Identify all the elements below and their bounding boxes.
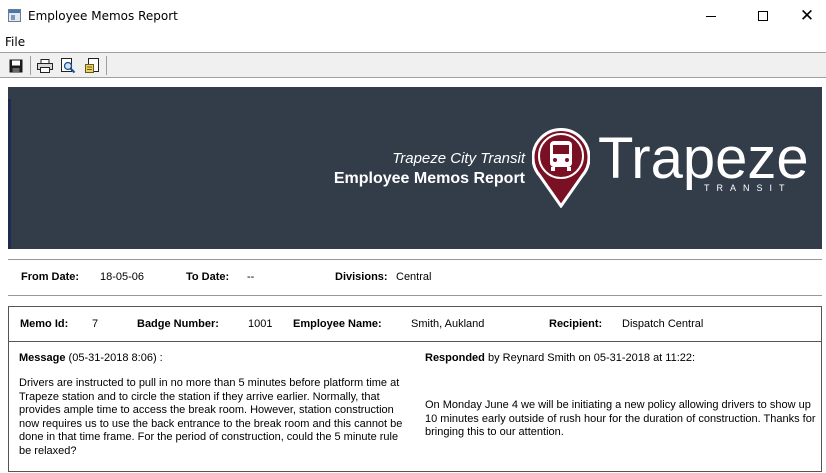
employee-name-label: Employee Name:	[293, 318, 382, 330]
message-body: Drivers are instructed to pull in no mor…	[19, 377, 403, 457]
minimize-button[interactable]	[688, 0, 734, 32]
maximize-icon	[758, 11, 768, 21]
menu-file[interactable]: File	[5, 35, 25, 49]
print-preview-icon	[61, 57, 76, 73]
divisions-value: Central	[396, 271, 432, 283]
from-date-value: 18-05-06	[100, 271, 145, 283]
report-viewer[interactable]: Trapeze City Transit Employee Memos Repo…	[0, 79, 826, 473]
report-banner: Trapeze City Transit Employee Memos Repo…	[8, 87, 822, 249]
recipient-label: Recipient:	[549, 318, 603, 330]
message-label: Message	[19, 352, 66, 364]
save-icon	[9, 59, 23, 72]
divider	[8, 259, 822, 260]
toolbar	[0, 52, 826, 78]
memo-header: Memo Id: 7 Badge Number: 1001 Employee N…	[9, 307, 821, 342]
page-setup-icon	[85, 57, 99, 73]
memo-id-label: Memo Id:	[20, 318, 69, 330]
responded-label: Responded	[425, 352, 485, 364]
banner-accent	[8, 99, 11, 249]
title-bar: Employee Memos Report ✕	[0, 0, 826, 32]
logo-subtext: TRANSIT	[704, 183, 792, 193]
print-preview-button[interactable]	[58, 56, 78, 75]
menu-bar: File	[0, 32, 826, 52]
message-timestamp: (05-31-2018 8:06) :	[68, 352, 163, 364]
badge-number-label: Badge Number:	[137, 318, 219, 330]
window-title: Employee Memos Report	[28, 9, 178, 23]
maximize-button[interactable]	[740, 0, 786, 32]
banner-subtitle: Trapeze City Transit	[392, 150, 525, 167]
close-icon: ✕	[799, 6, 815, 26]
memo-record: Memo Id: 7 Badge Number: 1001 Employee N…	[8, 306, 822, 472]
message-heading: Message (05-31-2018 8:06) :	[19, 352, 163, 364]
divider	[8, 295, 822, 296]
close-button[interactable]: ✕	[784, 0, 826, 32]
logo-wordmark: Trapeze	[598, 126, 809, 191]
badge-number-value: 1001	[248, 318, 273, 330]
from-date-label: From Date:	[21, 271, 80, 283]
page-setup-button[interactable]	[83, 56, 103, 75]
minimize-icon	[706, 15, 716, 17]
employee-name-value: Smith, Aukland	[411, 318, 485, 330]
save-button[interactable]	[6, 56, 26, 75]
toolbar-separator	[30, 56, 31, 75]
responded-heading: Responded by Reynard Smith on 05-31-2018…	[425, 352, 695, 364]
print-button[interactable]	[35, 56, 55, 75]
banner-title: Employee Memos Report	[333, 170, 525, 187]
response-body: On Monday June 4 we will be initiating a…	[425, 399, 816, 438]
toolbar-separator	[106, 56, 107, 75]
app-window-icon	[8, 9, 21, 22]
responded-meta: by Reynard Smith on 05-31-2018 at 11:22:	[487, 352, 696, 364]
recipient-value: Dispatch Central	[622, 318, 704, 330]
print-icon	[37, 58, 53, 73]
to-date-value: --	[247, 271, 255, 283]
filter-summary: From Date: 18-05-06 To Date: -- Division…	[0, 271, 826, 287]
memo-id-value: 7	[92, 318, 99, 330]
divisions-label: Divisions:	[335, 271, 388, 283]
bus-pin-logo-icon	[532, 127, 590, 208]
to-date-label: To Date:	[186, 271, 230, 283]
